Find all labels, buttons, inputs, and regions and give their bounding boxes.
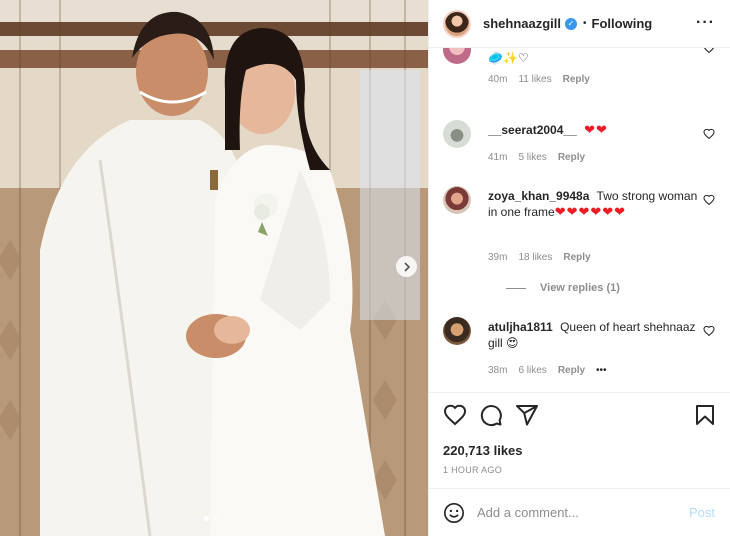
comment-username[interactable]: zoya_khan_9948a xyxy=(488,189,589,203)
comment-body: __seerat2004__ ❤❤ xyxy=(488,122,698,138)
action-bar xyxy=(443,403,717,429)
post-header: shehnaazgill ✓ • Following ··· xyxy=(429,0,730,48)
reply-button[interactable]: Reply xyxy=(563,74,590,85)
add-comment-bar: Add a comment... Post xyxy=(429,488,730,536)
comment-time: 41m xyxy=(488,152,508,163)
carousel-dot xyxy=(213,516,218,521)
next-slide-button[interactable] xyxy=(396,256,417,277)
comment-time: 38m xyxy=(488,365,508,376)
comment-options-icon[interactable]: ••• xyxy=(596,365,607,376)
comment-username[interactable]: __seerat2004__ xyxy=(488,123,577,137)
comment-emoji: ❤❤❤❤❤❤ xyxy=(554,204,627,219)
comment-body: 🥏✨♡ xyxy=(488,50,698,66)
more-horizontal-icon[interactable]: ··· xyxy=(696,14,715,32)
comment-time: 40m xyxy=(488,74,508,85)
reply-button[interactable]: Reply xyxy=(563,252,590,263)
likes-count[interactable]: 220,713 likes xyxy=(443,443,717,458)
comment-body: atuljha1811 Queen of heart shehnaaz gill… xyxy=(488,319,698,351)
carousel-dot-active xyxy=(204,516,209,521)
comment-avatar[interactable] xyxy=(443,48,471,64)
comment-likes[interactable]: 5 likes xyxy=(518,152,546,163)
comment-avatar[interactable] xyxy=(443,317,471,345)
send-icon[interactable] xyxy=(515,403,539,427)
comment-like-icon[interactable] xyxy=(703,48,715,54)
comment-meta: 39m 18 likes Reply xyxy=(488,252,591,263)
heart-icon[interactable] xyxy=(443,403,467,427)
comment-likes[interactable]: 11 likes xyxy=(518,74,551,85)
comment-emoji: 🥏✨♡ xyxy=(488,51,529,65)
comment-likes[interactable]: 6 likes xyxy=(518,365,546,376)
comment-body: zoya_khan_9948a Two strong woman in one … xyxy=(488,188,698,220)
instagram-post-modal: shehnaazgill ✓ • Following ··· 🥏✨♡ 40m 1… xyxy=(0,0,730,536)
chevron-right-icon xyxy=(403,261,410,272)
comment-meta: 41m 5 likes Reply xyxy=(488,152,585,163)
comment-meta: 40m 11 likes Reply xyxy=(488,74,590,85)
comment-input[interactable]: Add a comment... xyxy=(477,505,689,520)
comment-username[interactable]: atuljha1811 xyxy=(488,320,553,334)
comment-emoji: ❤❤ xyxy=(584,122,608,137)
verified-badge-icon: ✓ xyxy=(565,17,578,30)
smiley-icon[interactable] xyxy=(443,502,465,524)
reply-button[interactable]: Reply xyxy=(558,152,585,163)
carousel-dots xyxy=(204,516,218,521)
post-timestamp: 1 HOUR AGO xyxy=(443,465,503,475)
comments-list: 🥏✨♡ 40m 11 likes Reply __seerat2004__ ❤❤ xyxy=(429,48,730,392)
comment-like-icon[interactable] xyxy=(703,194,715,206)
comment-icon[interactable] xyxy=(479,403,503,427)
post-actions: 220,713 likes 1 HOUR AGO xyxy=(429,392,730,475)
post-comment-button[interactable]: Post xyxy=(689,505,715,520)
author-avatar[interactable] xyxy=(443,9,471,38)
post-photo[interactable] xyxy=(0,0,428,536)
reply-button[interactable]: Reply xyxy=(558,365,585,376)
view-replies-button[interactable]: View replies (1) xyxy=(506,282,620,294)
author-username[interactable]: shehnaazgill xyxy=(483,16,561,31)
comment-emoji: 😍 xyxy=(506,336,519,350)
post-side-panel: shehnaazgill ✓ • Following ··· 🥏✨♡ 40m 1… xyxy=(428,0,730,536)
comment-time: 39m xyxy=(488,252,508,263)
comment-meta: 38m 6 likes Reply ••• xyxy=(488,365,607,376)
photo-illustration xyxy=(0,0,428,536)
bookmark-icon[interactable] xyxy=(693,403,717,427)
comment-avatar[interactable] xyxy=(443,120,471,148)
following-button[interactable]: Following xyxy=(592,16,653,31)
comment-like-icon[interactable] xyxy=(703,325,715,337)
comment-avatar[interactable] xyxy=(443,186,471,214)
header-separator: • xyxy=(583,18,587,29)
comment-like-icon[interactable] xyxy=(703,128,715,140)
comment-likes[interactable]: 18 likes xyxy=(518,252,552,263)
